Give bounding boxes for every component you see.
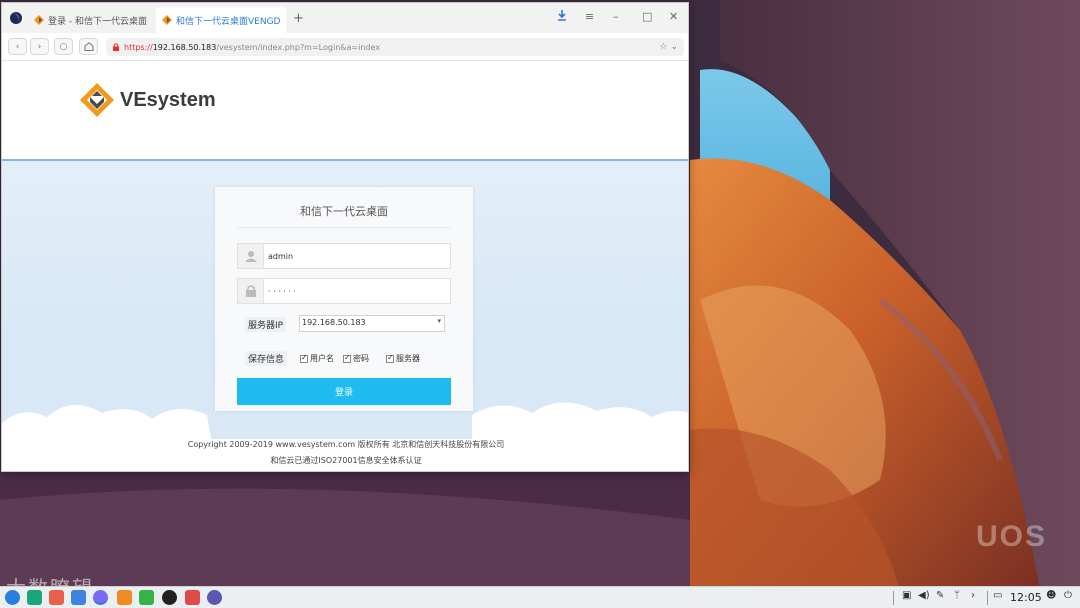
save-username-checkbox[interactable]: 用户名 bbox=[300, 353, 334, 364]
footer-certification: 和信云已通过ISO27001信息安全体系认证 bbox=[270, 456, 422, 465]
app-store-icon[interactable] bbox=[71, 590, 86, 605]
checkbox-checked-icon bbox=[300, 353, 308, 363]
navigation-bar: ‹ › ○ https:// 192.168.50.183 /vesystem/… bbox=[2, 33, 688, 61]
shutdown-icon[interactable]: ⏻ bbox=[1064, 590, 1072, 601]
usb-icon[interactable]: ᛘ bbox=[954, 590, 960, 601]
photos-icon[interactable] bbox=[139, 590, 154, 605]
menu-icon[interactable]: ≡ bbox=[585, 10, 594, 23]
reload-button[interactable]: ○ bbox=[54, 38, 73, 55]
back-button[interactable]: ‹ bbox=[8, 38, 27, 55]
expand-tray-icon[interactable]: › bbox=[971, 590, 975, 601]
save-password-checkbox[interactable]: 密码 bbox=[343, 353, 369, 364]
brand-name: VEsystem bbox=[120, 88, 216, 111]
server-ip-label: 服务器IP bbox=[245, 317, 287, 332]
divider bbox=[237, 227, 451, 228]
login-card: 和信下一代云桌面 服务器IP 192.168.50.183 ▾ 保存信息 用户名… bbox=[215, 187, 473, 411]
divider bbox=[987, 591, 988, 605]
divider bbox=[893, 591, 894, 605]
user-icon bbox=[238, 244, 264, 268]
username-field bbox=[237, 243, 451, 269]
browser-taskbar-icon[interactable] bbox=[93, 590, 108, 605]
vesystem-favicon-icon bbox=[162, 15, 172, 25]
password-input[interactable] bbox=[268, 283, 446, 299]
url-scheme: https:// bbox=[124, 42, 153, 52]
checkbox-label: 服务器 bbox=[396, 354, 420, 363]
url-host: 192.168.50.183 bbox=[152, 42, 217, 52]
page-header: VEsystem bbox=[2, 61, 688, 161]
server-ip-select[interactable]: 192.168.50.183 ▾ bbox=[299, 315, 445, 332]
home-button[interactable] bbox=[79, 38, 98, 55]
save-server-checkbox[interactable]: 服务器 bbox=[386, 353, 420, 364]
password-field bbox=[237, 278, 451, 304]
browser-logo-icon[interactable] bbox=[9, 11, 23, 25]
maximize-icon[interactable]: □ bbox=[642, 10, 652, 23]
file-manager-icon[interactable] bbox=[49, 590, 64, 605]
lock-icon bbox=[113, 43, 119, 51]
calendar-icon[interactable] bbox=[185, 590, 200, 605]
tab-label: 和信下一代云桌面VENGD bbox=[176, 16, 281, 27]
minimize-icon[interactable]: – bbox=[613, 10, 619, 23]
clock[interactable]: 12:05 bbox=[1010, 591, 1042, 604]
server-ip-value: 192.168.50.183 bbox=[302, 318, 366, 327]
power-icon[interactable]: ☻ bbox=[1046, 590, 1056, 601]
uos-logo-mark: UOS bbox=[976, 520, 1048, 553]
new-tab-button[interactable]: + bbox=[293, 11, 304, 26]
pen-icon[interactable]: ✎ bbox=[936, 590, 944, 601]
back-icon: ‹ bbox=[15, 41, 20, 52]
video-icon[interactable] bbox=[162, 590, 177, 605]
checkbox-checked-icon bbox=[386, 353, 394, 363]
address-bar[interactable]: https:// 192.168.50.183 /vesystem/index.… bbox=[106, 38, 684, 56]
tab-close-icon[interactable]: × bbox=[280, 15, 286, 26]
tab-label: 登录 - 和信下一代云桌面 bbox=[48, 16, 147, 27]
tab-vesystem[interactable]: 和信下一代云桌面VENGD × bbox=[156, 7, 286, 33]
vesystem-logo-icon bbox=[80, 83, 114, 117]
lock-icon bbox=[238, 279, 264, 303]
footer-copyright: Copyright 2009-2019 www.vesystem.com 版权所… bbox=[187, 440, 505, 449]
tab-login[interactable]: 登录 - 和信下一代云桌面 bbox=[28, 7, 156, 33]
music-icon[interactable] bbox=[117, 590, 132, 605]
forward-icon: › bbox=[37, 41, 42, 52]
notification-tray-icon[interactable]: ▣ bbox=[902, 590, 911, 601]
taskbar: ▣ ◀) ✎ ᛘ › ▭ 12:05 ☻ ⏻ bbox=[0, 586, 1080, 608]
forward-button[interactable]: › bbox=[30, 38, 49, 55]
bookmark-star-icon[interactable]: ☆ ⌄ bbox=[660, 42, 678, 52]
close-window-icon[interactable]: ✕ bbox=[669, 10, 678, 23]
volume-icon[interactable]: ◀) bbox=[918, 590, 930, 601]
vesystem-favicon-icon bbox=[34, 15, 44, 25]
url-path: /vesystem/index.php?m=Login&a=index bbox=[216, 42, 380, 52]
reload-icon: ○ bbox=[59, 41, 68, 52]
checkbox-label: 用户名 bbox=[310, 354, 334, 363]
home-icon bbox=[84, 42, 93, 51]
checkbox-checked-icon bbox=[343, 353, 351, 363]
brand-logo[interactable]: VEsystem bbox=[80, 83, 216, 117]
settings-icon[interactable] bbox=[207, 590, 222, 605]
login-title: 和信下一代云桌面 bbox=[300, 205, 388, 218]
save-info-label: 保存信息 bbox=[245, 351, 288, 366]
tab-bar: 登录 - 和信下一代云桌面 和信下一代云桌面VENGD × + ≡ – □ ✕ bbox=[2, 3, 688, 33]
multitask-icon[interactable] bbox=[27, 590, 42, 605]
keyboard-icon[interactable]: ▭ bbox=[993, 590, 1002, 601]
launcher-icon[interactable] bbox=[5, 590, 20, 605]
checkbox-label: 密码 bbox=[353, 354, 369, 363]
username-input[interactable] bbox=[268, 248, 446, 264]
dropdown-arrow-icon: ▾ bbox=[437, 317, 441, 325]
login-button[interactable]: 登录 bbox=[237, 378, 451, 405]
download-icon[interactable] bbox=[557, 10, 567, 24]
